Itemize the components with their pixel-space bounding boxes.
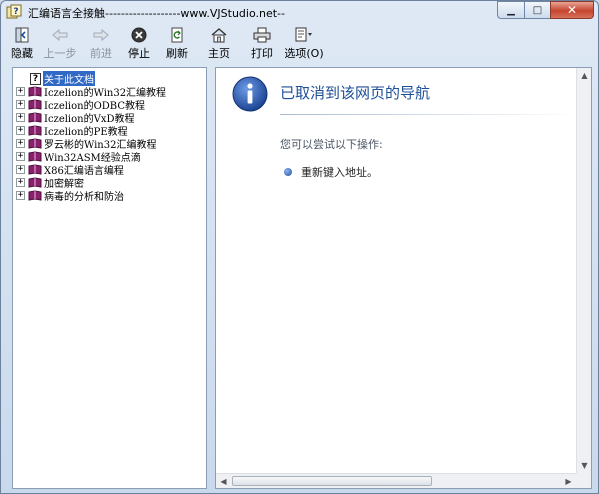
svg-text:?: ?	[13, 7, 18, 17]
suggestion-text: 重新键入地址。	[301, 166, 378, 179]
help-app-icon: ?	[6, 4, 22, 19]
book-icon	[28, 151, 42, 162]
expand-icon[interactable]: +	[16, 139, 25, 148]
expand-icon[interactable]: +	[16, 191, 25, 200]
contents-tree: ? 关于此文档 + Iczelion的Win32汇编教程 + Iczelion的…	[16, 71, 166, 203]
forward-arrow-icon	[93, 28, 109, 42]
content-pane: 已取消到该网页的导航 您可以尝试以下操作: 重新键入地址。 ▲ ▼ ◀ ▶	[215, 67, 592, 489]
expand-icon[interactable]: +	[16, 87, 25, 96]
scroll-corner	[576, 473, 591, 488]
tree-item[interactable]: + X86汇编语言编程	[16, 163, 166, 177]
maximize-icon: □	[532, 4, 543, 16]
suggestion-heading: 您可以尝试以下操作:	[280, 138, 383, 151]
expand-icon[interactable]: +	[16, 178, 25, 187]
close-icon: ✕	[566, 3, 578, 17]
tree-spacer	[16, 74, 25, 83]
stop-button[interactable]: 停止	[122, 26, 156, 61]
page-title: 已取消到该网页的导航	[280, 84, 431, 102]
hide-label: 隐藏	[11, 47, 33, 60]
title-bar[interactable]: ? 汇编语言全接触-------------------www.VJStudio…	[1, 1, 598, 23]
scroll-up-icon[interactable]: ▲	[577, 68, 591, 83]
expand-icon[interactable]: +	[16, 126, 25, 135]
toolbar: 隐藏 上一步 前进 停止 刷新 主页 打印 选项(O)	[8, 26, 328, 61]
hide-button[interactable]: 隐藏	[8, 26, 36, 61]
scroll-down-icon[interactable]: ▼	[577, 458, 591, 473]
vertical-scrollbar[interactable]: ▲ ▼	[576, 68, 591, 473]
tree-item-label: 病毒的分析和防治	[44, 192, 124, 203]
expand-icon[interactable]: +	[16, 165, 25, 174]
contents-tree-pane[interactable]: ? 关于此文档 + Iczelion的Win32汇编教程 + Iczelion的…	[12, 67, 207, 489]
stop-label: 停止	[128, 47, 150, 60]
expand-icon[interactable]: +	[16, 100, 25, 109]
back-arrow-icon	[52, 28, 68, 42]
book-icon	[28, 164, 42, 175]
home-button[interactable]: 主页	[198, 26, 240, 61]
horizontal-scroll-thumb[interactable]	[232, 476, 432, 486]
options-label: 选项(O)	[284, 47, 324, 60]
stop-icon	[131, 27, 147, 43]
book-icon	[28, 190, 42, 201]
back-label: 上一步	[43, 47, 77, 60]
options-icon	[295, 27, 312, 42]
home-label: 主页	[208, 47, 230, 60]
book-icon	[28, 125, 42, 136]
refresh-label: 刷新	[166, 47, 188, 60]
refresh-icon	[171, 27, 183, 43]
refresh-button[interactable]: 刷新	[160, 26, 194, 61]
tree-item[interactable]: + 病毒的分析和防治	[16, 189, 166, 203]
scroll-right-icon[interactable]: ▶	[561, 474, 576, 488]
back-button[interactable]: 上一步	[40, 26, 80, 61]
horizontal-scrollbar[interactable]: ◀ ▶	[216, 473, 576, 488]
help-window: ? 汇编语言全接触-------------------www.VJStudio…	[0, 0, 599, 494]
minimize-icon: ▁	[507, 4, 515, 16]
forward-label: 前进	[90, 47, 112, 60]
options-button[interactable]: 选项(O)	[284, 26, 324, 61]
window-title: 汇编语言全接触-------------------www.VJStudio.n…	[28, 7, 285, 20]
suggestion-item: 重新键入地址。	[284, 164, 378, 180]
scroll-left-icon[interactable]: ◀	[216, 474, 231, 488]
forward-button[interactable]: 前进	[84, 26, 118, 61]
hide-icon	[15, 27, 29, 43]
info-icon	[232, 76, 268, 112]
expand-icon[interactable]: +	[16, 152, 25, 161]
bullet-icon	[284, 168, 292, 176]
divider	[280, 114, 580, 115]
print-icon	[253, 27, 271, 43]
minimize-button[interactable]: ▁	[497, 1, 524, 19]
book-icon	[28, 138, 42, 149]
expand-icon[interactable]: +	[16, 113, 25, 122]
home-icon	[211, 28, 227, 43]
book-icon	[28, 86, 42, 97]
close-button[interactable]: ✕	[550, 1, 594, 19]
maximize-button[interactable]: □	[524, 1, 550, 19]
book-icon	[28, 177, 42, 188]
book-icon	[28, 112, 42, 123]
book-icon	[28, 99, 42, 110]
print-label: 打印	[251, 47, 273, 60]
print-button[interactable]: 打印	[244, 26, 280, 61]
help-page-icon: ?	[30, 72, 41, 85]
